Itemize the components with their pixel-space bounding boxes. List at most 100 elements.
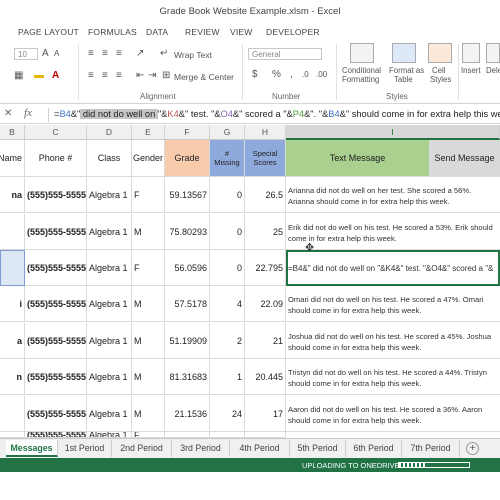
cell-gender[interactable]: F [132, 177, 165, 213]
tab-6th-period[interactable]: 6th Period [346, 440, 402, 457]
header-grade[interactable]: Grade [165, 140, 210, 177]
grow-font-icon[interactable]: A [42, 48, 49, 59]
cell-name[interactable]: i [0, 286, 25, 322]
cell-missing[interactable]: 0 [210, 177, 245, 213]
tab-view[interactable]: VIEW [230, 27, 253, 37]
header-missing[interactable]: # Missing [210, 140, 245, 177]
cell-name[interactable] [0, 214, 25, 250]
cell-text-message[interactable]: Aaron did not do well on his test. He sc… [286, 396, 500, 432]
tab-7th-period[interactable]: 7th Period [402, 440, 460, 457]
wrap-text-icon[interactable]: ↵ [160, 48, 168, 59]
cell-text-message[interactable]: Erik did not do well on his test. He sco… [286, 214, 500, 250]
cell-phone[interactable]: (555)555-5555 [25, 214, 87, 250]
align-top-icon[interactable]: ≡ [88, 48, 94, 59]
header-gender[interactable]: Gender [132, 140, 165, 177]
header-send-message[interactable]: Send Message [430, 140, 500, 177]
cell-special[interactable]: 20.445 [245, 359, 286, 395]
decrease-decimal-icon[interactable]: .00 [316, 70, 327, 79]
cell-name[interactable]: n [0, 359, 25, 395]
cell-gender[interactable]: M [132, 323, 165, 359]
cell-styles-label-2[interactable]: Styles [430, 75, 451, 84]
column-header-b[interactable]: B [0, 125, 25, 140]
tab-5th-period[interactable]: 5th Period [290, 440, 346, 457]
cell-text-message[interactable]: Omari did not do well on his test. He sc… [286, 286, 500, 322]
cell-gender[interactable]: M [132, 396, 165, 432]
cell-special[interactable]: 21 [245, 323, 286, 359]
cell-phone[interactable]: (555)555-5555 [25, 359, 87, 395]
align-left-icon[interactable]: ≡ [88, 70, 94, 81]
cell-class[interactable]: Algebra 1 [87, 214, 132, 250]
tab-4th-period[interactable]: 4th Period [230, 440, 290, 457]
insert-function-icon[interactable]: fx [24, 107, 32, 119]
align-right-icon[interactable]: ≡ [116, 70, 122, 81]
cell-phone[interactable]: (555)555-5555 [25, 177, 87, 213]
cell-grade[interactable]: 75.80293 [165, 214, 210, 250]
cell-phone[interactable]: (555)555-5555 [25, 286, 87, 322]
column-header-h[interactable]: H [245, 125, 286, 140]
cell-missing[interactable]: 24 [210, 396, 245, 432]
cell-grade[interactable]: 59.13567 [165, 177, 210, 213]
orientation-icon[interactable]: ↗ [136, 48, 144, 59]
cell-special[interactable]: 17 [245, 396, 286, 432]
cell-class[interactable]: Algebra 1 [87, 323, 132, 359]
tab-page-layout[interactable]: PAGE LAYOUT [18, 27, 79, 37]
formula-input[interactable]: =B4&" did not do well on "&K4&" test. "&… [54, 109, 500, 119]
currency-button[interactable]: $ [252, 69, 258, 80]
increase-indent-icon[interactable]: ⇥ [148, 70, 156, 81]
header-special-scores[interactable]: Special Scores [245, 140, 286, 177]
fill-color-icon[interactable]: ▬ [34, 70, 44, 81]
conditional-formatting-label-2[interactable]: Formatting [342, 75, 379, 84]
increase-decimal-icon[interactable]: .0 [302, 70, 309, 79]
number-format-select[interactable]: General [248, 48, 322, 60]
cell-phone[interactable]: (555)555-5555 [25, 250, 87, 286]
cell-special[interactable]: 22.795 [245, 250, 286, 286]
shrink-font-icon[interactable]: A [54, 49, 59, 58]
cell-text-message[interactable]: Joshua did not do well on his test. He s… [286, 323, 500, 359]
tab-messages[interactable]: Messages [6, 440, 58, 457]
merge-center-button[interactable]: Merge & Center [174, 72, 234, 82]
cell-missing[interactable]: 1 [210, 359, 245, 395]
wrap-text-button[interactable]: Wrap Text [174, 50, 212, 60]
cell-missing[interactable]: 2 [210, 323, 245, 359]
cell-text-message[interactable]: Tristyn did not do well on his test. He … [286, 359, 500, 395]
conditional-formatting-label[interactable]: Conditional [342, 66, 381, 75]
font-color-icon[interactable]: A [52, 70, 59, 81]
tab-1st-period[interactable]: 1st Period [58, 440, 112, 457]
cell-gender[interactable]: F [132, 250, 165, 286]
conditional-formatting-icon[interactable] [350, 43, 374, 63]
cell-special[interactable]: 26.5 [245, 177, 286, 213]
align-bottom-icon[interactable]: ≡ [116, 48, 122, 59]
delete-button[interactable]: Delet [486, 66, 500, 75]
cell-styles-icon[interactable] [428, 43, 452, 63]
cell-class[interactable]: Algebra 1 [87, 359, 132, 395]
font-size-select[interactable]: 10 [14, 48, 38, 60]
cell-name[interactable] [0, 396, 25, 432]
cell-grade[interactable]: 56.0596 [165, 250, 210, 286]
tab-3rd-period[interactable]: 3rd Period [172, 440, 230, 457]
header-text-message[interactable]: Text Message [286, 140, 430, 177]
tab-review[interactable]: REVIEW [185, 27, 220, 37]
header-name[interactable]: Name [0, 140, 25, 177]
align-center-icon[interactable]: ≡ [102, 70, 108, 81]
borders-icon[interactable]: ▦ [14, 70, 23, 81]
cell-name[interactable]: na [0, 177, 25, 213]
tab-formulas[interactable]: FORMULAS [88, 27, 137, 37]
header-class[interactable]: Class [87, 140, 132, 177]
column-header-e[interactable]: E [132, 125, 165, 140]
cell-gender[interactable]: M [132, 286, 165, 322]
cell-grade[interactable]: 57.5178 [165, 286, 210, 322]
cell-name[interactable]: a [0, 323, 25, 359]
column-header-i[interactable]: I [286, 125, 500, 140]
insert-icon[interactable] [462, 43, 480, 63]
format-as-table-label[interactable]: Format as [389, 66, 424, 75]
cell-missing[interactable]: 4 [210, 286, 245, 322]
cell-phone[interactable]: (555)555-5555 [25, 323, 87, 359]
merge-center-icon[interactable]: ⊞ [162, 70, 170, 81]
cell-text-message[interactable]: Arianna did not do well on her test. She… [286, 177, 500, 213]
column-header-f[interactable]: F [165, 125, 210, 140]
cell-phone[interactable]: (555)555-5555 [25, 396, 87, 432]
format-as-table-icon[interactable] [392, 43, 416, 63]
cell-gender[interactable]: M [132, 359, 165, 395]
insert-button[interactable]: Insert [461, 66, 481, 75]
cell-class[interactable]: Algebra 1 [87, 286, 132, 322]
